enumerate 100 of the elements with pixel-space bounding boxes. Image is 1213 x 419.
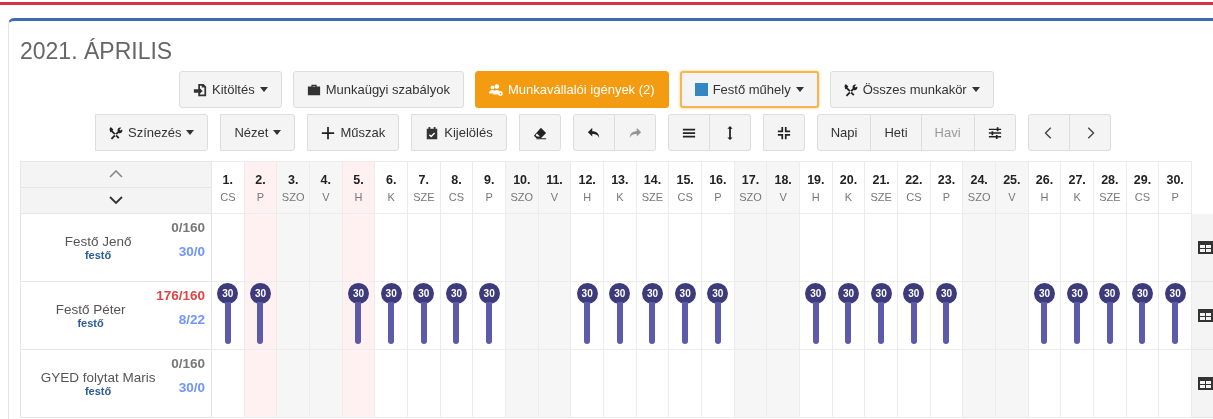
toolbar-button[interactable]: Kitöltés bbox=[179, 71, 282, 108]
weekday-label: SZE bbox=[1099, 190, 1121, 203]
day-cell[interactable]: 30 bbox=[212, 282, 245, 350]
shift-pin[interactable]: 30 bbox=[1164, 283, 1186, 349]
day-cell[interactable]: 30 bbox=[604, 282, 637, 350]
shift-pin[interactable]: 30 bbox=[707, 283, 729, 349]
toolbar-button[interactable] bbox=[974, 114, 1016, 151]
chevron-down-icon[interactable] bbox=[109, 196, 123, 205]
shift-pin[interactable]: 30 bbox=[478, 283, 500, 349]
day-cell[interactable]: 30 bbox=[865, 282, 898, 350]
weekday-label: H bbox=[811, 190, 820, 203]
toolbar-button[interactable]: Színezés bbox=[95, 114, 209, 151]
toolbar-button[interactable]: Napi bbox=[816, 114, 872, 151]
shift-pin[interactable]: 30 bbox=[674, 283, 696, 349]
day-cell[interactable]: 30 bbox=[832, 282, 866, 350]
day-cell[interactable]: 30 bbox=[898, 282, 931, 350]
day-cell[interactable] bbox=[244, 214, 278, 282]
day-cell[interactable] bbox=[636, 214, 670, 282]
chevron-up-icon[interactable] bbox=[109, 170, 123, 179]
day-cell[interactable]: 30 bbox=[1094, 282, 1127, 350]
day-cell[interactable]: 30 bbox=[1061, 282, 1094, 350]
weekday-label: SZO bbox=[510, 190, 534, 203]
shift-pin[interactable]: 30 bbox=[805, 283, 827, 349]
day-cell[interactable] bbox=[440, 214, 474, 282]
weekday-label: SZO bbox=[281, 190, 305, 203]
day-cell[interactable] bbox=[832, 214, 866, 282]
day-cell[interactable]: 30 bbox=[375, 282, 408, 350]
day-cell[interactable] bbox=[1094, 214, 1127, 282]
shift-pin[interactable]: 30 bbox=[250, 283, 271, 349]
day-cell[interactable]: 30 bbox=[1028, 282, 1062, 350]
shift-pin[interactable]: 30 bbox=[936, 283, 957, 349]
shift-pin[interactable]: 30 bbox=[446, 283, 467, 349]
day-cell[interactable] bbox=[1061, 214, 1094, 282]
day-number: 13. bbox=[611, 172, 629, 187]
shift-pin[interactable]: 30 bbox=[609, 283, 631, 349]
shift-pin[interactable]: 30 bbox=[903, 283, 925, 349]
day-number: 3. bbox=[287, 172, 299, 187]
day-number: 15. bbox=[676, 172, 694, 187]
day-cell[interactable] bbox=[898, 214, 931, 282]
day-cell[interactable] bbox=[1028, 214, 1062, 282]
toolbar-button[interactable]: Munkaügyi szabályok bbox=[292, 71, 464, 108]
toolbar-button[interactable]: Festő műhely bbox=[679, 71, 819, 108]
shift-pin[interactable]: 30 bbox=[576, 283, 598, 349]
weekday-label: P bbox=[485, 190, 493, 203]
weekday-label: SZO bbox=[967, 190, 991, 203]
tools-icon bbox=[109, 125, 123, 140]
day-cell[interactable] bbox=[342, 214, 376, 282]
shift-pin[interactable]: 30 bbox=[1066, 283, 1088, 349]
day-cell[interactable] bbox=[702, 214, 735, 282]
day-cell[interactable] bbox=[1126, 214, 1160, 282]
shift-pin[interactable]: 30 bbox=[217, 283, 239, 349]
day-number: 18. bbox=[774, 172, 792, 187]
day-number: 20. bbox=[839, 172, 858, 187]
table-icon[interactable] bbox=[1198, 377, 1213, 390]
day-number: 7. bbox=[418, 172, 430, 187]
day-cell[interactable]: 30 bbox=[1126, 282, 1160, 350]
day-cell[interactable] bbox=[212, 350, 245, 418]
day-number: 9. bbox=[483, 172, 495, 187]
toolbar-button[interactable]: Heti bbox=[871, 114, 922, 151]
weekday-label: P bbox=[942, 190, 951, 203]
day-cell[interactable] bbox=[669, 214, 702, 282]
shift-pin[interactable]: 30 bbox=[413, 283, 435, 349]
day-cell[interactable]: 30 bbox=[669, 282, 702, 350]
day-cell[interactable] bbox=[571, 214, 604, 282]
toolbar-button[interactable] bbox=[518, 114, 561, 151]
toolbar-button[interactable]: Nézet bbox=[220, 114, 296, 151]
day-cell[interactable]: 30 bbox=[636, 282, 670, 350]
shift-pin[interactable]: 30 bbox=[1099, 283, 1121, 349]
toolbar-button[interactable]: Műszak bbox=[307, 114, 400, 151]
day-cell[interactable] bbox=[800, 214, 833, 282]
day-cell[interactable]: 30 bbox=[244, 282, 278, 350]
shift-pin[interactable]: 30 bbox=[1034, 283, 1055, 349]
shift-pin[interactable]: 30 bbox=[348, 283, 369, 349]
shift-pin[interactable]: 30 bbox=[870, 283, 892, 349]
table-icon[interactable] bbox=[1198, 241, 1213, 254]
day-cell[interactable] bbox=[604, 214, 637, 282]
toolbar-button[interactable]: Összes munkakör bbox=[829, 71, 994, 108]
file-import-icon bbox=[193, 82, 207, 97]
toolbar-button[interactable]: Kijelölés bbox=[411, 114, 507, 151]
toolbar-button[interactable] bbox=[762, 114, 805, 151]
toolbar-button[interactable] bbox=[667, 114, 710, 151]
day-cell[interactable]: 30 bbox=[408, 282, 441, 350]
day-cell[interactable] bbox=[408, 214, 441, 282]
weekday-label: H bbox=[354, 190, 363, 203]
shift-pin[interactable]: 30 bbox=[838, 283, 859, 349]
weekday-label: P bbox=[1171, 190, 1179, 203]
weekday-label: K bbox=[387, 190, 395, 203]
day-cell[interactable] bbox=[375, 214, 408, 282]
shift-pin[interactable]: 30 bbox=[380, 283, 402, 349]
weekday-label: H bbox=[583, 190, 592, 203]
table-icon[interactable] bbox=[1198, 309, 1213, 322]
shift-pin[interactable]: 30 bbox=[642, 283, 663, 349]
day-cell[interactable]: 30 bbox=[702, 282, 735, 350]
shift-pin[interactable]: 30 bbox=[1132, 283, 1153, 349]
day-cell[interactable] bbox=[212, 214, 245, 282]
day-cell[interactable]: 30 bbox=[440, 282, 474, 350]
day-cell[interactable]: 30 bbox=[800, 282, 833, 350]
day-cell[interactable]: 30 bbox=[342, 282, 376, 350]
day-cell[interactable] bbox=[865, 214, 898, 282]
day-cell[interactable]: 30 bbox=[571, 282, 604, 350]
